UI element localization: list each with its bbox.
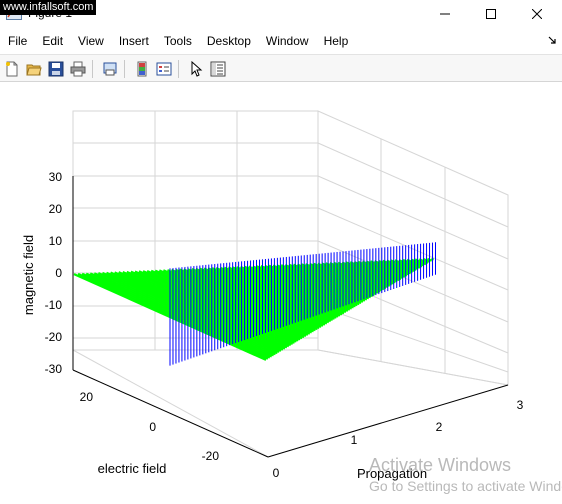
- y-tick-label: 0: [149, 420, 156, 434]
- figure-canvas[interactable]: 30 20 10 0 -10 -20 -30 20 0 -20 0 1 2 3 …: [0, 83, 562, 504]
- open-file-button[interactable]: [24, 59, 44, 79]
- activate-windows-watermark: Activate Windows Go to Settings to activ…: [369, 455, 562, 495]
- colorbar-button[interactable]: [132, 59, 152, 79]
- property-inspector-icon: [210, 61, 226, 77]
- print-button[interactable]: [68, 59, 88, 79]
- z-tick-label: -20: [45, 330, 63, 344]
- open-folder-icon: [26, 64, 42, 76]
- z-tick-label: 20: [49, 202, 63, 216]
- z-tick-label: 30: [49, 170, 63, 184]
- plot-axes[interactable]: 30 20 10 0 -10 -20 -30 20 0 -20 0 1 2 3 …: [0, 83, 562, 504]
- figure-toolbar: [0, 54, 562, 82]
- x-tick-label: 0: [273, 466, 280, 480]
- title-bar: Figure 1 www.infallsoft.com: [0, 0, 562, 28]
- menu-file[interactable]: File: [0, 30, 34, 52]
- menu-edit[interactable]: Edit: [34, 30, 70, 52]
- toolbar-separator: [124, 60, 125, 78]
- maximize-button[interactable]: [468, 0, 514, 28]
- new-figure-button[interactable]: [2, 59, 22, 79]
- y-axis-label: electric field: [98, 461, 167, 476]
- y-tick-label: -20: [202, 449, 220, 463]
- z-tick-label: -10: [45, 298, 63, 312]
- menu-desktop[interactable]: Desktop: [199, 30, 258, 52]
- activate-title: Activate Windows: [369, 455, 512, 475]
- x-tick-label: 1: [351, 433, 358, 447]
- z-tick-label: 10: [49, 234, 63, 248]
- x-axis-line: [267, 384, 509, 458]
- dock-arrow-icon[interactable]: [548, 36, 556, 47]
- watermark-label: www.infallsoft.com: [0, 0, 97, 15]
- menu-bar: File Edit View Insert Tools Desktop Wind…: [0, 30, 562, 52]
- x-tick-label: 3: [517, 398, 524, 412]
- printer-icon: [70, 61, 86, 77]
- new-file-icon: [6, 61, 18, 77]
- activate-subtitle: Go to Settings to activate Windows.: [369, 478, 562, 494]
- z-tick-label: 0: [55, 266, 62, 280]
- pointer-arrow-icon: [191, 61, 203, 77]
- z-axis-label: magnetic field: [21, 235, 36, 315]
- menu-view[interactable]: View: [70, 30, 111, 52]
- menu-insert[interactable]: Insert: [111, 30, 156, 52]
- x-tick-label: 2: [436, 420, 443, 434]
- toolbar-separator: [178, 60, 179, 78]
- menu-window[interactable]: Window: [258, 30, 316, 52]
- menu-tools[interactable]: Tools: [156, 30, 199, 52]
- y-axis-line: [72, 369, 269, 458]
- save-button[interactable]: [46, 59, 66, 79]
- colorbar-icon: [137, 61, 147, 77]
- legend-button[interactable]: [154, 59, 174, 79]
- edit-plot-button[interactable]: [186, 59, 206, 79]
- save-disk-icon: [48, 61, 64, 77]
- close-icon: [532, 9, 542, 19]
- property-inspector-button[interactable]: [208, 59, 228, 79]
- minimize-icon: [440, 13, 450, 15]
- close-button[interactable]: [514, 0, 560, 28]
- print-preview-icon: [103, 62, 117, 76]
- toolbar-separator: [92, 60, 93, 78]
- z-tick-label: -30: [45, 362, 63, 376]
- maximize-icon: [486, 9, 496, 19]
- legend-icon: [156, 62, 172, 76]
- y-tick-label: 20: [80, 390, 94, 404]
- menu-help[interactable]: Help: [316, 30, 356, 52]
- print-preview-button[interactable]: [100, 59, 120, 79]
- minimize-button[interactable]: [422, 0, 468, 28]
